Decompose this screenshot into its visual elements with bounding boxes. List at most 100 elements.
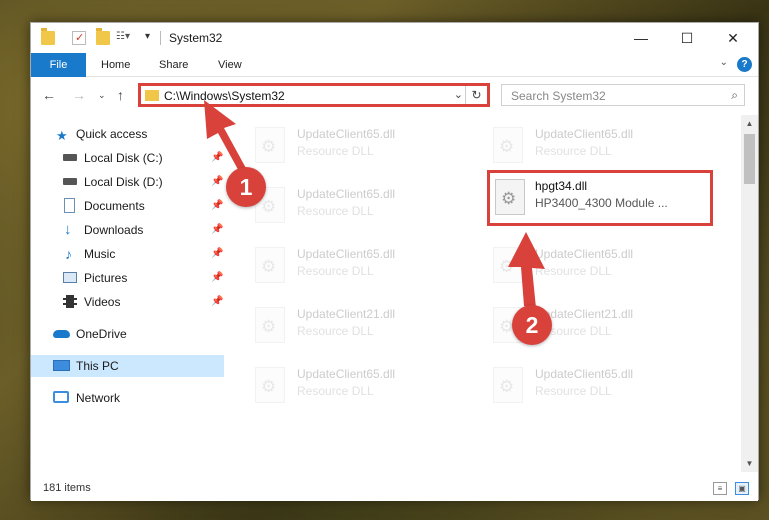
file-name: UpdateClient21.dll [297, 307, 396, 321]
file-item[interactable]: UpdateClient65.dll Resource DLL [469, 357, 695, 413]
search-input[interactable]: Search System32 ⌕ [501, 84, 745, 106]
up-button[interactable]: ↑ [117, 87, 124, 103]
scroll-thumb[interactable] [744, 134, 755, 184]
dll-file-icon [493, 127, 523, 163]
recent-locations-button[interactable]: ⌄ [98, 90, 106, 101]
file-description: Resource DLL [535, 384, 612, 398]
sidebar-item-downloads[interactable]: ↓ Downloads 📌 [31, 219, 224, 241]
sidebar-item-local-disk-d[interactable]: Local Disk (D:) 📌 [31, 171, 224, 193]
search-icon[interactable]: ⌕ [731, 88, 738, 103]
sidebar-item-quick-access[interactable]: ★ Quick access [31, 123, 224, 145]
customize-toolbar-icon[interactable]: ☷▾ [116, 31, 130, 45]
documents-icon [64, 198, 75, 213]
vertical-scrollbar[interactable]: ▲ ▼ [741, 115, 758, 472]
file-item[interactable]: UpdateClient65.dll Resource DLL [231, 357, 457, 413]
properties-icon[interactable]: ✓ [72, 31, 86, 45]
help-icon[interactable]: ? [737, 57, 752, 72]
quick-access-menu-icon[interactable]: ▾ [145, 31, 159, 45]
minimize-button[interactable]: — [618, 23, 664, 53]
title-bar: ✓ ☷▾ ▾ System32 — ☐ ✕ [31, 23, 758, 53]
dll-file-icon [255, 247, 285, 283]
tab-home[interactable]: Home [101, 53, 130, 77]
sidebar-item-documents[interactable]: Documents 📌 [31, 195, 224, 217]
sidebar-item-label: Documents [84, 199, 145, 213]
sidebar-item-local-disk-c[interactable]: Local Disk (C:) 📌 [31, 147, 224, 169]
pin-icon[interactable]: 📌 [211, 171, 223, 193]
sidebar-item-label: This PC [76, 359, 119, 373]
forward-button[interactable]: → [72, 87, 86, 103]
pin-icon[interactable]: 📌 [211, 267, 223, 289]
file-description: Resource DLL [297, 384, 374, 398]
file-list: UpdateClient65.dll Resource DLL UpdateCl… [231, 115, 741, 470]
sidebar-item-onedrive[interactable]: OneDrive [31, 323, 224, 345]
navigation-bar: ← → ⌄ ↑ C:\Windows\System32 ⌄ ↻ Search S… [31, 78, 758, 112]
tab-share[interactable]: Share [159, 53, 188, 77]
maximize-button[interactable]: ☐ [664, 23, 710, 53]
file-item-hpgt34-dll[interactable]: hpgt34.dll HP3400_4300 Module ... [487, 170, 713, 226]
file-name: hpgt34.dll [535, 179, 588, 193]
file-description: Resource DLL [297, 264, 374, 278]
sidebar-item-label: Music [84, 247, 116, 261]
navigation-pane: ★ Quick access Local Disk (C:) 📌 Local D… [31, 115, 226, 470]
back-button[interactable]: ← [42, 87, 56, 103]
downloads-icon: ↓ [64, 221, 72, 238]
file-item[interactable]: UpdateClient65.dll Resource DLL [469, 237, 695, 293]
network-icon [53, 391, 69, 403]
address-bar[interactable]: C:\Windows\System32 ⌄ ↻ [138, 83, 490, 107]
step-2-marker: 2 [512, 305, 552, 345]
tab-file[interactable]: File [31, 53, 86, 77]
dll-file-icon [495, 179, 525, 215]
step-1-marker: 1 [226, 167, 266, 207]
file-item[interactable]: UpdateClient21.dll Resource DLL [469, 297, 695, 353]
folder-icon [145, 90, 159, 101]
file-item[interactable]: UpdateClient65.dll Resource DLL [231, 117, 457, 173]
large-icons-view-icon[interactable]: ▣ [735, 482, 749, 495]
sidebar-item-network[interactable]: Network [31, 387, 224, 409]
videos-icon [63, 295, 77, 308]
window-title: System32 [169, 31, 223, 45]
status-bar: 181 items ≡ ▣ [31, 477, 758, 501]
sidebar-item-label: OneDrive [76, 327, 127, 341]
file-item[interactable]: UpdateClient65.dll Resource DLL [231, 237, 457, 293]
new-folder-icon[interactable] [96, 28, 110, 45]
dll-file-icon [255, 307, 285, 343]
file-description: HP3400_4300 Module ... [535, 196, 668, 210]
chevron-down-icon[interactable]: ⌄ [454, 88, 463, 101]
file-item[interactable]: UpdateClient65.dll Resource DLL [469, 117, 695, 173]
pin-icon[interactable]: 📌 [211, 147, 223, 169]
pin-icon[interactable]: 📌 [211, 243, 223, 265]
tab-view[interactable]: View [218, 53, 242, 77]
file-name: UpdateClient65.dll [297, 187, 396, 201]
file-name: UpdateClient65.dll [535, 367, 634, 381]
dll-file-icon [493, 247, 523, 283]
ribbon-tabs: File Home Share View ⌄ ? [31, 53, 758, 77]
folder-icon [41, 28, 55, 45]
sidebar-item-videos[interactable]: Videos 📌 [31, 291, 224, 313]
computer-icon [53, 360, 70, 371]
file-description: Resource DLL [535, 144, 612, 158]
sidebar-item-this-pc[interactable]: This PC [31, 355, 224, 377]
pin-icon[interactable]: 📌 [211, 219, 223, 241]
drive-icon [63, 178, 77, 185]
file-name: UpdateClient65.dll [535, 127, 634, 141]
music-icon: ♪ [65, 246, 72, 262]
scroll-up-arrow[interactable]: ▲ [741, 115, 758, 132]
scroll-down-arrow[interactable]: ▼ [741, 455, 758, 472]
sidebar-item-pictures[interactable]: Pictures 📌 [31, 267, 224, 289]
address-path[interactable]: C:\Windows\System32 [164, 89, 285, 103]
dll-file-icon [255, 127, 285, 163]
pin-icon[interactable]: 📌 [211, 291, 223, 313]
sidebar-item-label: Local Disk (C:) [84, 151, 163, 165]
file-description: Resource DLL [535, 264, 612, 278]
sidebar-item-label: Downloads [84, 223, 144, 237]
expand-ribbon-icon[interactable]: ⌄ [720, 57, 728, 68]
sidebar-item-music[interactable]: ♪ Music 📌 [31, 243, 224, 265]
refresh-button[interactable]: ↻ [465, 86, 487, 104]
close-button[interactable]: ✕ [710, 23, 756, 53]
sidebar-item-label: Network [76, 391, 121, 405]
sidebar-item-label: Pictures [84, 271, 128, 285]
details-view-icon[interactable]: ≡ [713, 482, 727, 495]
pin-icon[interactable]: 📌 [211, 195, 223, 217]
item-count: 181 items [43, 482, 91, 494]
file-item[interactable]: UpdateClient21.dll Resource DLL [231, 297, 457, 353]
